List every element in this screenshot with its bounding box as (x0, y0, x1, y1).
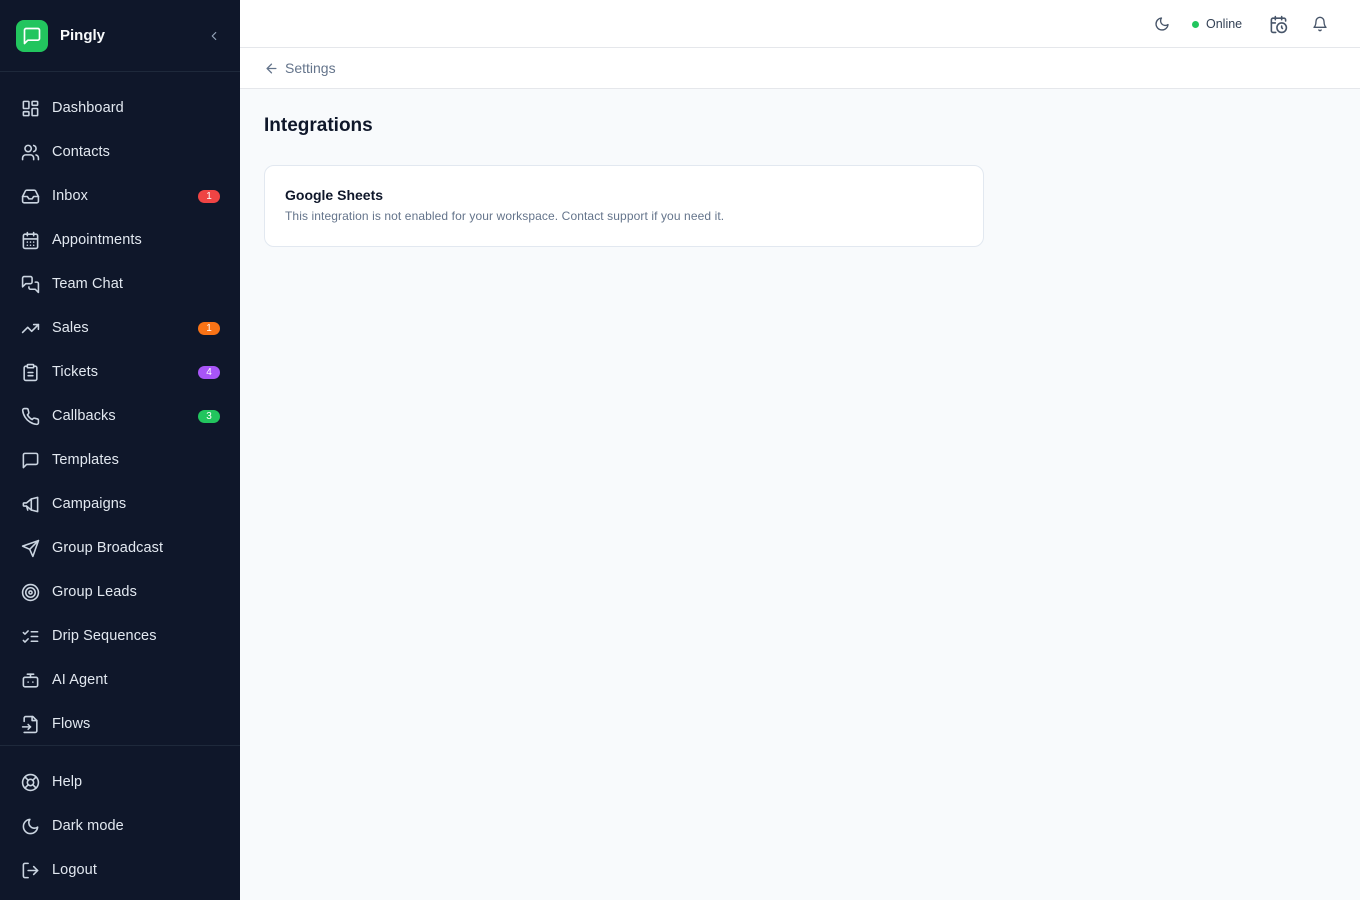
status-label: Online (1206, 17, 1243, 31)
sidebar-item-campaigns[interactable]: Campaigns (0, 482, 240, 526)
sidebar-item-label: Dark mode (52, 818, 124, 834)
chat-icon (20, 274, 40, 294)
sidebar-item-label: Inbox (52, 188, 88, 204)
schedule-button[interactable] (1268, 14, 1288, 34)
sidebar-item-tickets[interactable]: Tickets 4 (0, 350, 240, 394)
sidebar-item-label: Group Broadcast (52, 540, 164, 556)
moon-icon (1155, 17, 1169, 31)
calendar-icon (20, 230, 40, 250)
inbox-icon (20, 186, 40, 206)
sidebar-item-inbox[interactable]: Inbox 1 (0, 174, 240, 218)
tickets-badge: 4 (198, 365, 220, 379)
integration-title: Google Sheets (285, 187, 384, 203)
sidebar-item-label: Callbacks (52, 408, 116, 424)
dashboard-icon (20, 98, 40, 118)
moon-icon (20, 816, 40, 836)
sidebar-item-dashboard[interactable]: Dashboard (0, 86, 240, 130)
sidebar-item-dark-mode[interactable]: Dark mode (0, 804, 240, 848)
sidebar-item-help[interactable]: Help (0, 760, 240, 804)
sidebar-item-label: AI Agent (52, 672, 108, 688)
page-title: Integrations (264, 115, 373, 136)
sidebar-item-appointments[interactable]: Appointments (0, 218, 240, 262)
send-icon (20, 538, 40, 558)
sidebar-item-label: Flows (52, 716, 91, 732)
sidebar-item-label: Contacts (52, 144, 111, 160)
sidebar-item-label: Team Chat (52, 276, 124, 292)
sidebar-item-flows[interactable]: Flows (0, 702, 240, 745)
target-icon (20, 582, 40, 602)
sidebar: Pingly Dashboard Contacts Inbox 1 Appoin… (0, 0, 240, 900)
topbar: Online (240, 0, 1360, 48)
flow-file-icon (20, 714, 40, 734)
sidebar-item-contacts[interactable]: Contacts (0, 130, 240, 174)
theme-toggle-button[interactable] (1152, 14, 1172, 34)
brand-name: Pingly (60, 27, 106, 44)
sidebar-item-drip-sequences[interactable]: Drip Sequences (0, 614, 240, 658)
status-dot (1192, 20, 1199, 28)
sidebar-nav: Dashboard Contacts Inbox 1 Appointments … (0, 72, 240, 745)
sidebar-item-team-chat[interactable]: Team Chat (0, 262, 240, 306)
chat-logo-icon (23, 27, 41, 44)
callbacks-badge: 3 (198, 409, 220, 423)
lifebuoy-icon (20, 772, 40, 792)
sidebar-item-label: Help (52, 774, 83, 790)
sidebar-item-label: Campaigns (52, 496, 127, 512)
collapse-sidebar-button[interactable] (204, 26, 224, 46)
chevron-left-icon (211, 31, 217, 40)
phone-icon (20, 406, 40, 426)
bell-icon (1313, 16, 1327, 32)
sidebar-footer: Help Dark mode Logout (0, 745, 240, 900)
sidebar-item-label: Dashboard (52, 100, 124, 116)
sidebar-item-label: Tickets (52, 364, 99, 380)
sidebar-item-callbacks[interactable]: Callbacks 3 (0, 394, 240, 438)
trending-up-icon (20, 318, 40, 338)
back-to-settings-link[interactable]: Settings (240, 48, 1360, 89)
sidebar-item-group-broadcast[interactable]: Group Broadcast (0, 526, 240, 570)
inbox-badge: 1 (198, 189, 220, 203)
integration-card-google-sheets: Google Sheets This integration is not en… (264, 165, 984, 247)
clipboard-icon (20, 362, 40, 382)
sidebar-item-templates[interactable]: Templates (0, 438, 240, 482)
integration-description: This integration is not enabled for your… (285, 209, 725, 223)
breadcrumb-label: Settings (285, 60, 336, 76)
users-icon (20, 142, 40, 162)
sidebar-item-group-leads[interactable]: Group Leads (0, 570, 240, 614)
notifications-button[interactable] (1310, 14, 1330, 34)
sidebar-item-label: Logout (52, 862, 97, 878)
online-status[interactable]: Online (1192, 16, 1242, 32)
sidebar-item-label: Appointments (52, 232, 142, 248)
logo (16, 19, 48, 52)
sidebar-header: Pingly (0, 0, 240, 72)
sidebar-item-label: Group Leads (52, 584, 137, 600)
calendar-clock-icon (1270, 15, 1287, 33)
sales-badge: 1 (198, 321, 220, 335)
megaphone-icon (20, 494, 40, 514)
bot-icon (20, 670, 40, 690)
sidebar-item-logout[interactable]: Logout (0, 848, 240, 892)
sidebar-item-label: Drip Sequences (52, 628, 157, 644)
sidebar-item-sales[interactable]: Sales 1 (0, 306, 240, 350)
list-checks-icon (20, 626, 40, 646)
sidebar-item-ai-agent[interactable]: AI Agent (0, 658, 240, 702)
logout-icon (20, 860, 40, 880)
sidebar-item-label: Templates (52, 452, 119, 468)
sidebar-item-label: Sales (52, 320, 89, 336)
arrow-left-icon (266, 63, 277, 73)
message-square-icon (20, 450, 40, 470)
